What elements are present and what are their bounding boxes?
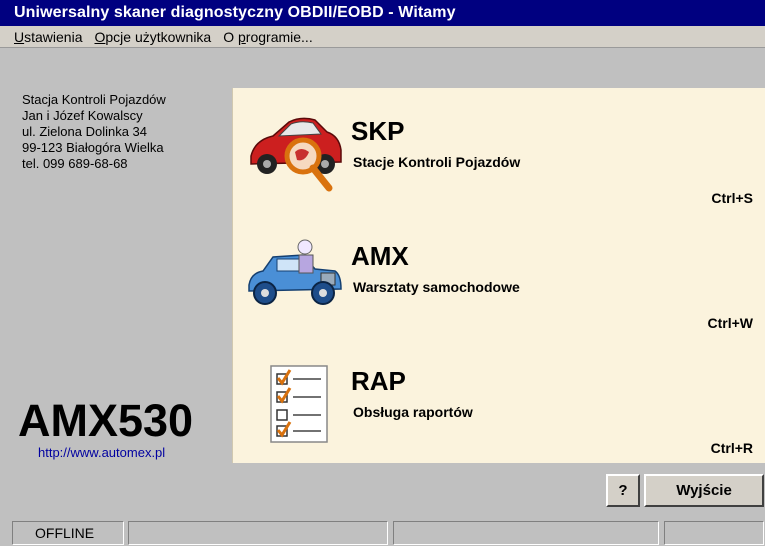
connection-status: OFFLINE xyxy=(12,521,124,545)
menu-bar: Ustawienia Opcje użytkownika O programie… xyxy=(0,26,765,48)
station-owner: Jan i Józef Kowalscy xyxy=(22,108,143,123)
report-checklist-icon xyxy=(243,358,355,446)
title-bar: Uniwersalny skaner diagnostyczny OBDII/E… xyxy=(0,0,765,26)
menu-settings[interactable]: Ustawienia xyxy=(14,29,83,45)
station-info: Stacja Kontroli Pojazdów Jan i Józef Kow… xyxy=(22,92,166,172)
menu-about[interactable]: O programie... xyxy=(223,29,313,45)
status-bar: OFFLINE xyxy=(0,518,765,546)
module-shortcut: Ctrl+R xyxy=(710,440,753,456)
module-description: Obsługa raportów xyxy=(353,404,473,420)
station-name: Stacja Kontroli Pojazdów xyxy=(22,92,166,107)
station-street: ul. Zielona Dolinka 34 xyxy=(22,124,148,139)
website-link[interactable]: http://www.automex.pl xyxy=(38,445,165,460)
car-magnifier-icon xyxy=(243,108,355,196)
module-description: Stacje Kontroli Pojazdów xyxy=(353,154,521,170)
amx-logo: AMX530 xyxy=(18,395,194,446)
module-skp[interactable]: SKP Stacje Kontroli Pojazdów Ctrl+S xyxy=(233,88,765,213)
module-name: AMX xyxy=(351,241,409,271)
module-shortcut: Ctrl+W xyxy=(707,315,754,331)
module-name: SKP xyxy=(351,116,405,146)
menu-user-options[interactable]: Opcje użytkownika xyxy=(95,29,212,45)
module-amx[interactable]: AMX Warsztaty samochodowe Ctrl+W xyxy=(233,213,765,338)
help-button[interactable]: ? xyxy=(606,474,640,507)
station-city: 99-123 Białogóra Wielka xyxy=(22,140,164,155)
module-description: Warsztaty samochodowe xyxy=(353,279,520,295)
status-cell xyxy=(393,521,659,545)
station-phone: tel. 099 689-68-68 xyxy=(22,156,128,171)
module-panel: SKP Stacje Kontroli Pojazdów Ctrl+S AMX … xyxy=(232,88,765,463)
status-cell xyxy=(664,521,764,545)
status-cell xyxy=(128,521,388,545)
window-title: Uniwersalny skaner diagnostyczny OBDII/E… xyxy=(14,4,456,21)
module-rap[interactable]: RAP Obsługa raportów Ctrl+R xyxy=(233,338,765,463)
module-shortcut: Ctrl+S xyxy=(711,190,753,206)
car-mechanic-icon xyxy=(243,233,355,321)
exit-button[interactable]: Wyjście xyxy=(644,474,764,507)
module-name: RAP xyxy=(351,366,406,396)
